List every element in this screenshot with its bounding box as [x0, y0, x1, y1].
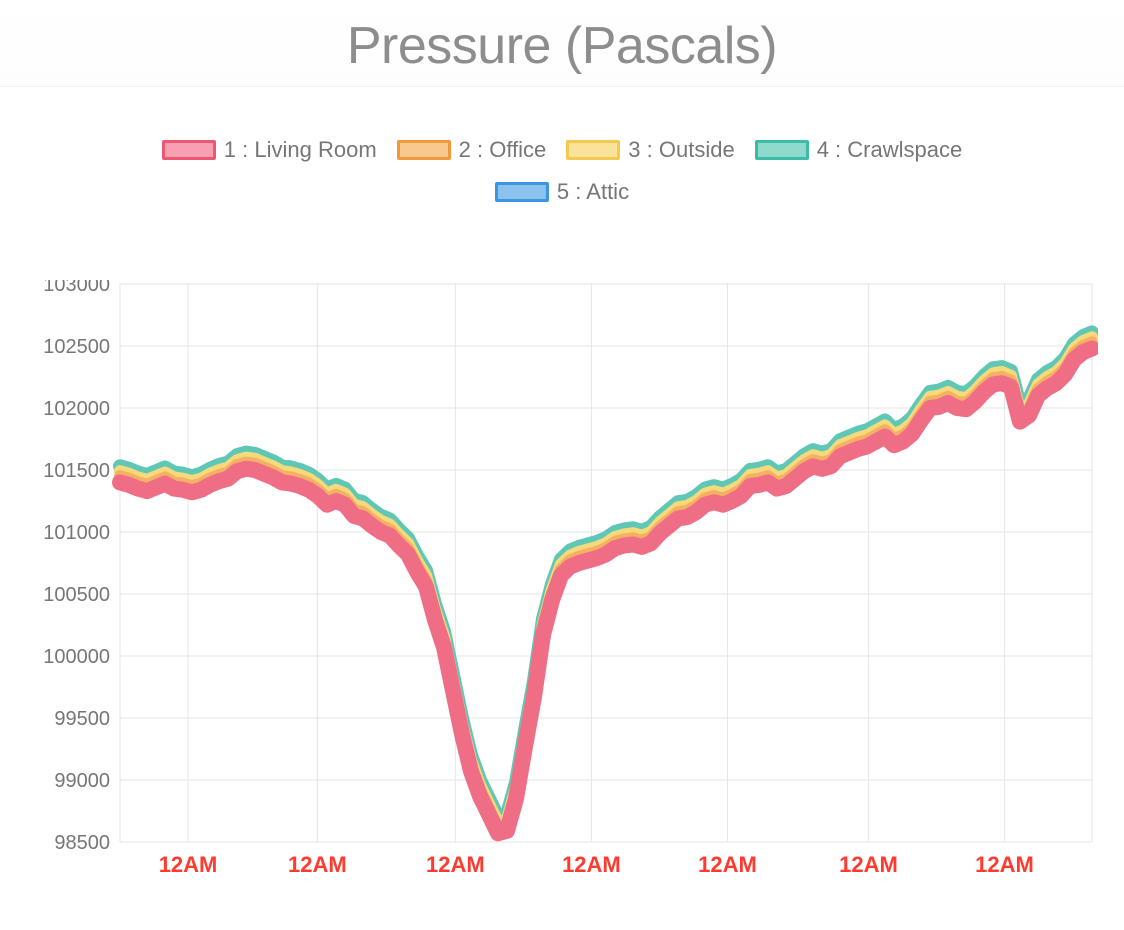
legend-label: 3 : Outside	[628, 137, 734, 163]
y-tick-label: 102500	[43, 336, 110, 358]
legend-item[interactable]: 5 : Attic	[495, 179, 629, 205]
legend-swatch	[162, 140, 216, 160]
x-tick-label: 12AM	[159, 852, 218, 877]
series-line	[120, 342, 1092, 827]
x-tick-label: 12AM	[975, 852, 1034, 877]
legend-swatch	[566, 140, 620, 160]
x-tick-label: 12AM	[288, 852, 347, 877]
y-tick-label: 99000	[54, 770, 110, 792]
x-tick-label: 12AM	[562, 852, 621, 877]
legend-item[interactable]: 3 : Outside	[566, 137, 734, 163]
legend-item[interactable]: 4 : Crawlspace	[755, 137, 963, 163]
x-tick-label: 12AM	[426, 852, 485, 877]
y-tick-label: 98500	[54, 832, 110, 854]
x-tick-label: 12AM	[839, 852, 898, 877]
y-tick-label: 102000	[43, 398, 110, 420]
legend-swatch	[397, 140, 451, 160]
y-tick-label: 101500	[43, 460, 110, 482]
legend-label: 4 : Crawlspace	[817, 137, 963, 163]
chart-title: Pressure (Pascals)	[0, 16, 1124, 76]
legend-swatch	[755, 140, 809, 160]
legend-item[interactable]: 1 : Living Room	[162, 137, 377, 163]
pressure-chart: 98500 99000 99500 100000 100500 101000 101500 1…	[36, 280, 1098, 890]
legend-label: 1 : Living Room	[224, 137, 377, 163]
x-tick-label: 12AM	[698, 852, 757, 877]
legend: 1 : Living Room 2 : Office 3 : Outside 4 : …	[0, 137, 1124, 205]
y-tick-label: 99500	[54, 708, 110, 730]
legend-item[interactable]: 2 : Office	[397, 137, 547, 163]
legend-swatch	[495, 182, 549, 202]
y-tick-label: 100500	[43, 584, 110, 606]
y-tick-label: 103000	[43, 280, 110, 296]
series-line	[120, 349, 1092, 834]
legend-label: 2 : Office	[459, 137, 547, 163]
y-tick-label: 101000	[43, 522, 110, 544]
legend-label: 5 : Attic	[557, 179, 629, 205]
y-tick-label: 100000	[43, 646, 110, 668]
